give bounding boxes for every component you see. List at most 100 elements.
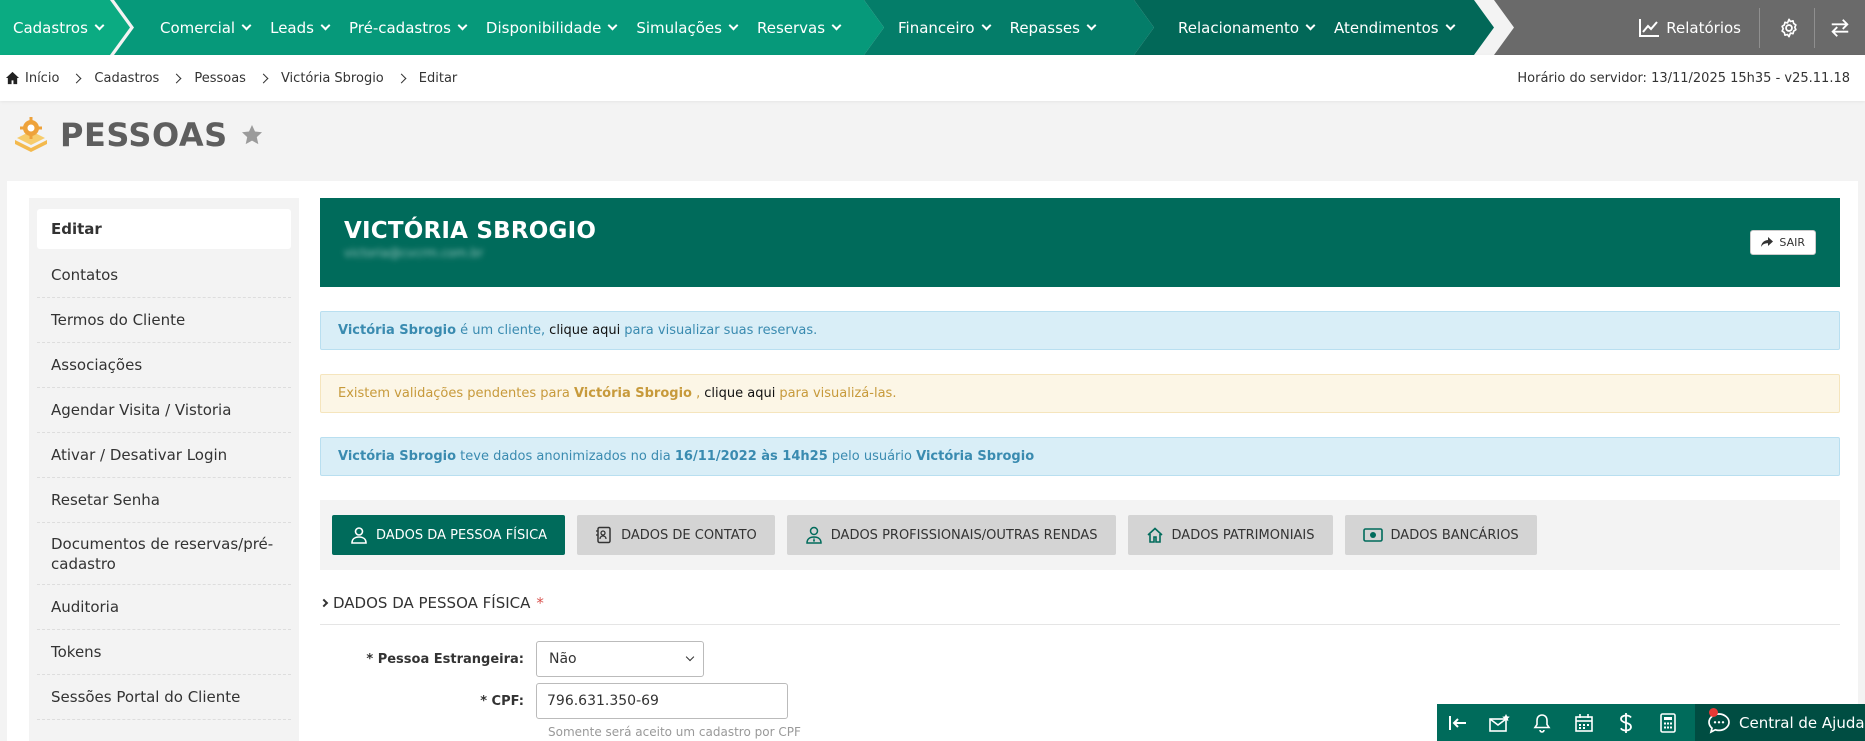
nav-divider — [1814, 7, 1815, 48]
breadcrumb-label: Início — [25, 70, 60, 86]
alert-text: para visualizá-las. — [779, 386, 897, 401]
tab-label: DADOS PROFISSIONAIS/OUTRAS RENDAS — [830, 527, 1098, 543]
foreign-person-select[interactable]: Não — [536, 641, 704, 677]
sidebar-item-label: Termos do Cliente — [51, 311, 186, 329]
breadcrumb-current: Editar — [419, 71, 458, 86]
tab-dados-contato[interactable]: DADOS DE CONTATO — [577, 515, 775, 555]
nav-item-pre-cadastros[interactable]: Pré-cadastros — [349, 19, 466, 37]
sidebar-item-termos[interactable]: Termos do Cliente — [37, 298, 291, 343]
sidebar-item-sessoes[interactable]: Sessões Portal do Cliente — [37, 675, 291, 720]
tab-dados-profissionais[interactable]: DADOS PROFISSIONAIS/OUTRAS RENDAS — [786, 515, 1116, 555]
alert-text: pelo usuário — [831, 449, 912, 464]
breadcrumb-cadastros[interactable]: Cadastros — [94, 71, 159, 86]
calculator-button[interactable] — [1647, 704, 1689, 741]
nav-item-leads[interactable]: Leads — [270, 19, 329, 37]
nav-item-label: Leads — [270, 18, 314, 37]
breadcrumb-person[interactable]: Victória Sbrogio — [281, 71, 384, 86]
nav-item-comercial[interactable]: Comercial — [160, 19, 250, 37]
sidebar-item-editar[interactable]: Editar — [37, 209, 291, 249]
nav-item-label: Financeiro — [898, 18, 975, 37]
pending-validations-alert: Existem validações pendentes para Victór… — [320, 374, 1840, 413]
sidebar-item-agendar-visita[interactable]: Agendar Visita / Vistoria — [37, 388, 291, 433]
alert-person-name: Victória Sbrogio — [338, 323, 457, 338]
select-value: Não — [549, 651, 577, 667]
chevron-right-icon — [258, 73, 269, 83]
nav-item-reservas[interactable]: Reservas — [757, 19, 840, 37]
contact-card-icon — [596, 526, 611, 544]
nav-item-atendimentos[interactable]: Atendimentos — [1334, 19, 1454, 37]
breadcrumb-bar: Início Cadastros Pessoas Victória Sbrogi… — [0, 55, 1865, 101]
sidebar-item-auditoria[interactable]: Auditoria — [37, 585, 291, 630]
nav-item-label: Pré-cadastros — [348, 18, 451, 37]
anonymized-alert: Victória Sbrogio teve dados anonimizados… — [320, 437, 1840, 476]
breadcrumb-home[interactable]: Início — [5, 71, 59, 86]
chevron-down-icon — [608, 21, 618, 31]
sidebar-item-label: Sessões Portal do Cliente — [51, 688, 241, 706]
messages-button[interactable] — [1479, 704, 1521, 741]
swap-arrows-icon — [1831, 18, 1849, 37]
nav-group-sales: Comercial Leads Pré-cadastros Disponibil… — [114, 0, 884, 55]
breadcrumb-label: Pessoas — [194, 70, 246, 86]
breadcrumb-pessoas[interactable]: Pessoas — [194, 71, 246, 86]
chevron-down-icon — [1306, 21, 1316, 31]
nav-item-repasses[interactable]: Repasses — [1010, 19, 1095, 37]
chevron-down-icon — [1087, 21, 1097, 31]
calendar-icon — [1575, 713, 1593, 732]
tab-dados-patrimoniais[interactable]: DADOS PATRIMONIAIS — [1127, 515, 1333, 555]
calculator-icon — [1660, 712, 1676, 733]
chevron-right-icon — [71, 73, 82, 83]
tab-dados-pessoa-fisica[interactable]: DADOS DA PESSOA FÍSICA — [332, 515, 566, 555]
nav-item-label: Relatórios — [1666, 18, 1741, 37]
calendar-button[interactable] — [1563, 704, 1605, 741]
help-center-label: Central de Ajuda — [1739, 713, 1865, 732]
chevron-right-icon — [171, 73, 182, 83]
sidebar-item-label: Documentos de reservas/pré-cadastro — [51, 534, 274, 573]
dollar-icon — [1620, 712, 1632, 733]
tab-label: DADOS DA PESSOA FÍSICA — [376, 527, 548, 543]
nav-item-relatorios[interactable]: Relatórios — [1638, 18, 1741, 38]
sidebar-item-ativar-login[interactable]: Ativar / Desativar Login — [37, 433, 291, 478]
view-validations-link[interactable]: clique aqui — [704, 386, 775, 401]
nav-item-label: Comercial — [160, 18, 236, 37]
professional-icon — [806, 526, 822, 544]
exit-label: SAIR — [1779, 236, 1805, 249]
nav-item-relacionamento[interactable]: Relacionamento — [1178, 19, 1314, 37]
nav-item-financeiro[interactable]: Financeiro — [898, 19, 990, 37]
alert-person-name: Victória Sbrogio — [573, 386, 692, 401]
section-title: DADOS DA PESSOA FÍSICA — [333, 594, 531, 612]
cpf-input[interactable]: 796.631.350-69 — [536, 683, 788, 719]
view-reservations-link[interactable]: clique aqui — [549, 323, 620, 338]
sidebar-item-resetar-senha[interactable]: Resetar Senha — [37, 478, 291, 523]
exit-button[interactable]: SAIR — [1750, 230, 1816, 255]
mail-star-icon — [1489, 713, 1510, 732]
collapse-button[interactable] — [1437, 704, 1479, 741]
money-icon — [1362, 528, 1383, 542]
breadcrumb-label: Editar — [418, 70, 458, 86]
help-center-button[interactable]: Central de Ajuda — [1695, 704, 1865, 741]
notifications-button[interactable] — [1521, 704, 1563, 741]
tab-label: DADOS DE CONTATO — [621, 527, 757, 543]
star-icon[interactable] — [240, 123, 264, 147]
page-title: PESSOAS — [60, 116, 228, 154]
chevron-down-icon — [685, 652, 695, 662]
sidebar-item-documentos[interactable]: Documentos de reservas/pré-cadastro — [37, 523, 291, 585]
page-header: PESSOAS — [12, 116, 264, 154]
nav-item-cadastros[interactable]: Cadastros — [13, 19, 103, 37]
alert-text: teve dados anonimizados no dia — [460, 449, 671, 464]
bottom-toolbar: Central de Ajuda — [1437, 704, 1865, 741]
sidebar-item-associacoes[interactable]: Associações — [37, 343, 291, 388]
tab-dados-bancarios[interactable]: DADOS BANCÁRIOS — [1344, 515, 1537, 555]
person-email: victoria@cvcrm.com.br — [344, 246, 484, 260]
section-header[interactable]: DADOS DA PESSOA FÍSICA * — [319, 594, 1840, 625]
switch-button[interactable] — [1829, 17, 1851, 39]
person-icon — [351, 527, 367, 544]
nav-item-disponibilidade[interactable]: Disponibilidade — [486, 19, 616, 37]
sidebar-item-tokens[interactable]: Tokens — [37, 630, 291, 675]
sidebar-item-contatos[interactable]: Contatos — [37, 253, 291, 298]
nav-item-simulacoes[interactable]: Simulações — [636, 19, 737, 37]
finance-button[interactable] — [1605, 704, 1647, 741]
chevron-down-icon — [94, 21, 104, 31]
settings-button[interactable] — [1778, 17, 1800, 39]
server-time: Horário do servidor: 13/11/2025 15h35 - … — [1517, 70, 1850, 86]
tab-label: DADOS PATRIMONIAIS — [1171, 527, 1315, 543]
